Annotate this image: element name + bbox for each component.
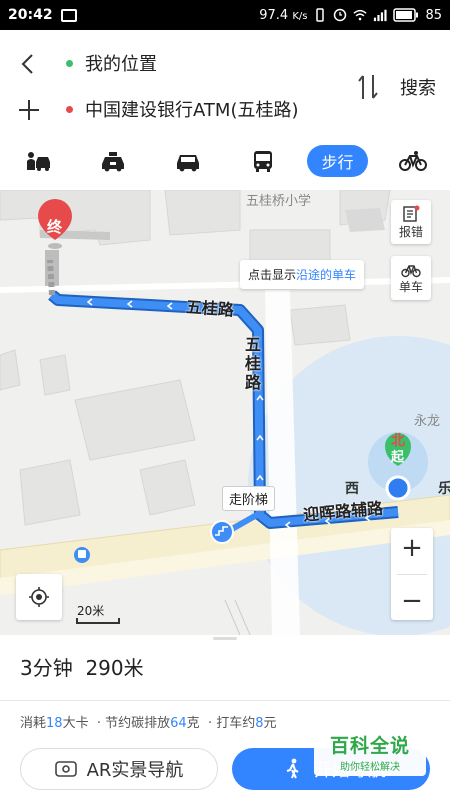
start-marker-label: 起 [391,450,405,465]
report-icon [403,205,420,222]
route-stats: 消耗18大卡 · 节约碳排放64克 · 打车约8元 [20,716,277,731]
swap-icon[interactable] [356,72,380,102]
zoom-divider [397,573,427,575]
mode-bike[interactable] [375,141,450,181]
network-speed: 97.4 K/s [259,7,308,23]
poi-yonglong: 永龙 [414,414,441,429]
route-distance: 290米 [85,656,144,680]
origin-field[interactable]: 我的位置 [66,48,157,78]
end-marker-label: 终 [47,218,63,236]
watermark-title: 百科全说 [329,735,410,757]
taxi-icon [101,152,124,172]
destination-text: 中国建设银行ATM(五桂路) [85,100,299,121]
road-label-wugui-vertical: 五 桂 路 [245,335,262,392]
bike-icon [398,151,427,171]
signal-icon [374,9,388,22]
bike-layer-button[interactable]: 单车 [391,256,431,300]
battery-level: 85 [425,7,442,23]
status-right: 97.4 K/s 85 [259,8,442,23]
route-panel: 我的位置 中国建设银行ATM(五桂路) 搜索 [0,30,450,130]
walk-mode-label: 步行 [307,145,368,177]
map-canvas [0,190,450,635]
destination-field[interactable]: 中国建设银行ATM(五桂路) [66,94,299,124]
locate-icon [29,587,49,607]
poi-school: 五桂桥小学 [246,194,312,209]
summary-divider [0,700,450,701]
walk-icon [286,758,299,779]
origin-text: 我的位置 [85,54,157,75]
search-button[interactable]: 搜索 [400,74,436,100]
destination-dot [66,105,73,113]
stairs-label: 走阶梯 [222,486,276,511]
scale-label: 20米 [77,604,105,618]
status-time: 20:42 [8,7,53,23]
mode-car[interactable] [150,141,225,181]
mode-walk[interactable]: 步行 [300,141,375,181]
watermark: 百科全说 助你轻松解决 [314,728,426,776]
bus-icon [253,151,272,172]
mode-bus[interactable] [225,141,300,181]
report-button[interactable]: 报错 [391,200,431,244]
car-icon [176,155,199,172]
zoom-in-button[interactable]: + [401,535,423,561]
road-label-wugui: 五桂路 [185,297,235,320]
add-waypoint-icon[interactable] [18,99,40,121]
route-duration: 3分钟 [20,656,73,680]
bike-layer-icon [401,264,421,277]
map-view[interactable]: 终 北 起 五桂路 五 桂 路 迎晖路辅路 五桂桥小学 永龙 西 乐 点击显示沿… [0,190,450,635]
road-char-right: 乐 [438,481,450,497]
back-icon[interactable] [18,52,38,76]
vibrate-icon [316,8,325,22]
locate-button[interactable] [16,574,62,620]
watermark-subtitle: 助你轻松解决 [340,762,400,773]
scale-bar [76,618,120,624]
mode-carpool[interactable] [0,141,75,181]
ar-icon [54,761,77,777]
mode-taxi[interactable] [75,141,150,181]
bike-tooltip[interactable]: 点击显示沿途的单车 [240,260,365,289]
status-bar: 20:42 97.4 K/s 85 [0,0,450,30]
notification-icon [60,8,77,22]
travel-mode-bar: 步行 [0,132,450,190]
route-summary: 3分钟 290米 [20,652,144,681]
sheet-handle[interactable] [213,637,237,640]
road-char-west: 西 [345,481,359,497]
battery-icon [393,8,419,22]
ar-navigation-button[interactable]: AR实景导航 [20,748,218,790]
zoom-control: + − [391,528,433,620]
carpool-icon [26,152,50,171]
zoom-out-button[interactable]: − [401,588,423,614]
alarm-icon [334,8,347,22]
origin-dot [66,59,73,67]
wifi-icon [353,9,368,21]
